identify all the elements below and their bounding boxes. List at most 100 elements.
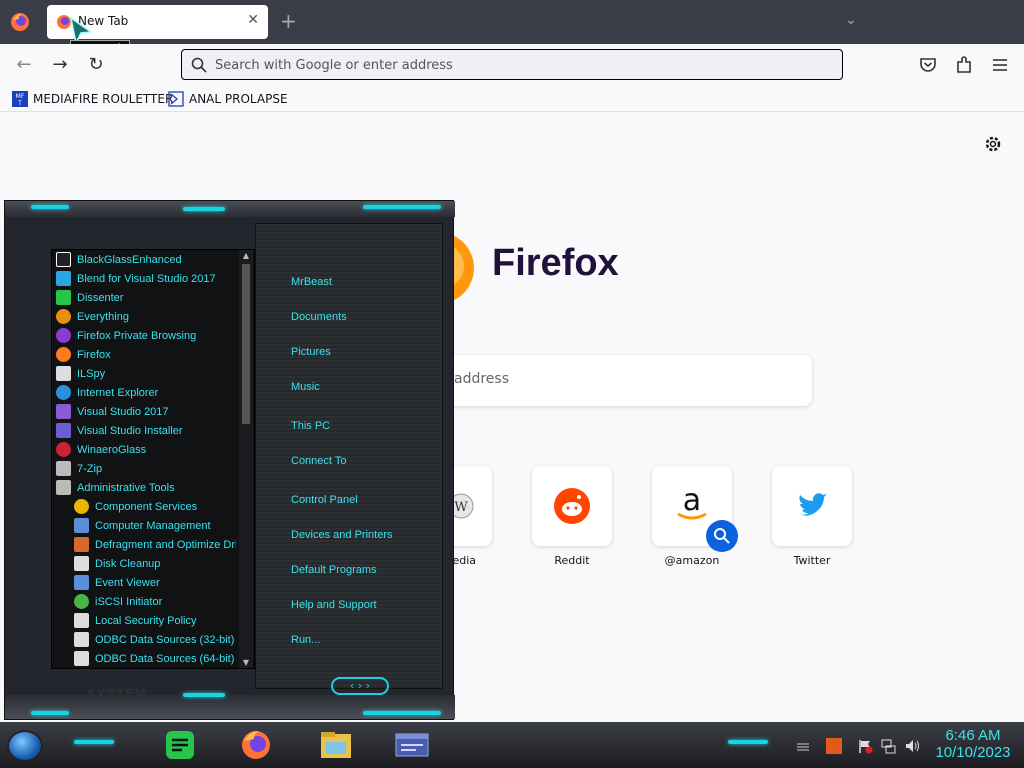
top-site-amazon[interactable]: a @amazon [652,466,738,567]
place-link[interactable]: Music [291,381,320,393]
new-tab-icon[interactable]: + [280,9,297,33]
place-link[interactable]: Default Programs [291,564,377,576]
volume-icon[interactable] [904,738,920,754]
program-item[interactable]: Everything [56,307,236,326]
newtab-search-placeholder: address [454,371,510,387]
program-item[interactable]: Blend for Visual Studio 2017 [56,269,236,288]
program-label: WinaeroGlass [77,443,147,456]
program-item[interactable]: ILSpy [56,364,236,383]
svg-text:a: a [683,484,701,518]
address-input[interactable] [215,54,815,76]
pocket-icon[interactable] [917,54,939,76]
admin-tool-item[interactable]: ODBC Data Sources (32-bit) [74,630,254,649]
window-taskbar-icon[interactable] [388,728,436,762]
twitter-icon [798,493,827,516]
app-icon [74,613,89,628]
file-explorer-taskbar-icon[interactable] [312,728,360,762]
place-link[interactable]: MrBeast [291,276,332,288]
forward-arrow-icon[interactable]: → [49,54,71,76]
program-item[interactable]: Firefox [56,345,236,364]
app-icon [56,290,71,305]
scroll-down-icon[interactable]: ▼ [241,658,251,667]
program-item[interactable]: Internet Explorer [56,383,236,402]
mediafire-icon: MFT [12,91,28,107]
admin-tool-item[interactable]: Computer Management [74,516,254,535]
svg-text:W: W [454,500,468,515]
top-site-label: Reddit [554,554,590,567]
newtab-search-box[interactable]: address [430,355,812,406]
tray-app-icon[interactable] [826,738,842,754]
place-link[interactable]: Help and Support [291,599,377,611]
app-icon [74,499,89,514]
place-link[interactable]: Run... [291,634,320,646]
top-site-label: @amazon [664,554,720,567]
program-item[interactable]: 7-Zip [56,459,236,478]
top-site-tile[interactable] [772,466,852,546]
top-site-reddit[interactable]: Reddit [532,466,612,567]
close-tab-icon[interactable]: ✕ [247,12,259,28]
place-link[interactable]: Connect To [291,455,346,467]
program-label: ODBC Data Sources (64-bit) [95,652,235,665]
program-label: ILSpy [77,367,106,380]
search-icon[interactable] [706,520,738,552]
program-folder[interactable]: Administrative Tools [56,478,236,497]
admin-tool-item[interactable]: Event Viewer [74,573,254,592]
top-site-tile[interactable] [532,466,612,546]
admin-tool-item[interactable]: Defragment and Optimize Drives [74,535,236,554]
nav-bar: ← → ↻ [0,44,1024,86]
place-link[interactable]: This PC [291,420,330,432]
place-link[interactable]: Control Panel [291,494,358,506]
clock-time: 6:46 AM [945,727,1001,744]
start-orb-icon[interactable] [7,730,43,762]
app-icon [74,556,89,571]
program-label: Component Services [95,500,198,513]
place-link[interactable]: Pictures [291,346,331,358]
reddit-icon [554,488,590,524]
menu-nav-arrows-icon[interactable]: ‹ › › [331,677,389,695]
network-icon[interactable] [880,738,896,754]
admin-tool-item[interactable]: iSCSI Initiator [74,592,254,611]
scrollbar-thumb[interactable] [242,264,250,424]
place-link[interactable]: Devices and Printers [291,529,393,541]
admin-tool-item[interactable]: Disk Cleanup [74,554,254,573]
taskbar-clock[interactable]: 6:46 AM 10/10/2023 [928,727,1018,761]
program-item[interactable]: Firefox Private Browsing [56,326,236,345]
frame-accent [31,711,69,715]
reload-icon[interactable]: ↻ [85,54,107,76]
app-icon [74,518,89,533]
admin-tool-item[interactable]: Component Services [74,497,254,516]
gear-icon[interactable] [983,134,1003,154]
program-item[interactable]: WinaeroGlass [56,440,236,459]
program-item[interactable]: Visual Studio Installer [56,421,236,440]
program-label: Firefox Private Browsing [77,329,197,342]
menu-icon[interactable] [989,54,1011,76]
frame-accent [363,711,441,715]
program-list-scrollbar[interactable]: ▲ ▼ [239,250,253,668]
bookmark-item[interactable]: MF T MEDIAFIRE ROULETTER [12,89,173,109]
app-icon [56,442,71,457]
back-arrow-icon[interactable]: ← [13,54,35,76]
action-center-flag-icon[interactable] [857,738,873,754]
place-link[interactable]: Documents [291,311,347,323]
firefox-icon[interactable] [10,12,30,32]
program-item[interactable]: Visual Studio 2017 [56,402,236,421]
app-icon [56,366,71,381]
frame-accent [363,205,441,209]
folder-icon [56,480,71,495]
chevron-down-icon[interactable]: ⌄ [845,12,857,28]
program-item[interactable]: BlackGlassEnhanced [56,250,236,269]
top-site-twitter[interactable]: Twitter [772,466,852,567]
extensions-icon[interactable] [953,54,975,76]
admin-tool-item[interactable]: ODBC Data Sources (64-bit) [74,649,254,668]
app-icon [56,347,71,362]
app-icon [74,575,89,590]
bookmark-item[interactable]: ANAL PROLAPSE [168,89,288,109]
address-bar[interactable] [181,49,843,80]
admin-tool-item[interactable]: Local Security Policy [74,611,254,630]
program-item[interactable]: Dissenter [56,288,236,307]
dissenter-taskbar-icon[interactable] [156,728,204,762]
start-menu: BlackGlassEnhanced Blend for Visual Stud… [4,200,455,720]
firefox-taskbar-icon[interactable] [232,728,280,762]
top-site-tile[interactable]: a [652,466,738,552]
scroll-up-icon[interactable]: ▲ [241,251,251,260]
